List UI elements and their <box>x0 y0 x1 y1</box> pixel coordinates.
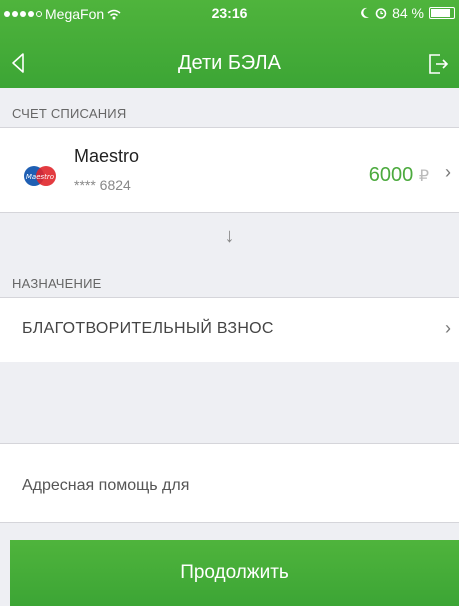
alarm-icon <box>375 8 387 19</box>
continue-button[interactable]: Продолжить <box>10 540 459 606</box>
chevron-right-icon: › <box>445 318 451 338</box>
debit-card-row[interactable]: Maestro Maestro **** 6824 6000 ₽ › <box>0 127 459 213</box>
nav-bar: Дети БЭЛА <box>0 44 459 84</box>
app-header: MegaFon 23:16 84 % Дети БЭЛА <box>0 0 459 88</box>
purpose-row[interactable]: БЛАГОТВОРИТЕЛЬНЫЙ ВЗНОС › <box>0 297 459 363</box>
comment-text: Адресная помощь для <box>22 477 190 494</box>
comment-field[interactable]: Адресная помощь для <box>0 443 459 523</box>
currency-symbol: ₽ <box>418 168 429 185</box>
card-number: **** 6824 <box>74 177 131 193</box>
continue-button-label: Продолжить <box>180 562 289 583</box>
arrow-down-icon: ↓ <box>224 225 235 247</box>
page-title: Дети БЭЛА <box>178 52 281 74</box>
svg-text:Maestro: Maestro <box>26 173 54 181</box>
exit-icon[interactable] <box>427 52 449 76</box>
battery-icon <box>429 7 455 19</box>
moon-icon <box>361 7 370 18</box>
status-bar: MegaFon 23:16 84 % <box>0 0 459 28</box>
purpose-section-label: НАЗНАЧЕНИЕ <box>12 276 102 291</box>
status-right: 84 % <box>360 5 455 21</box>
card-amount: 6000 ₽ <box>369 164 429 187</box>
spacer <box>0 362 459 442</box>
chevron-right-icon: › <box>445 162 451 182</box>
card-name: Maestro <box>74 146 140 166</box>
maestro-logo-icon: Maestro <box>24 166 56 186</box>
battery-percent: 84 % <box>392 5 424 21</box>
purpose-value: БЛАГОТВОРИТЕЛЬНЫЙ ВЗНОС <box>22 320 274 337</box>
amount-value: 6000 <box>368 164 414 186</box>
debit-section-label: СЧЕТ СПИСАНИЯ <box>12 106 127 121</box>
